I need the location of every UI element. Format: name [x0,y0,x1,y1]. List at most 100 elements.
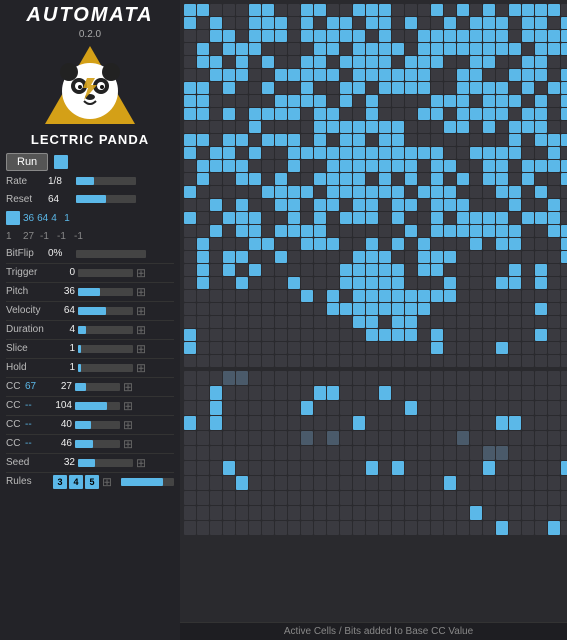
ca-cell[interactable] [275,173,287,185]
seq-track-cell[interactable] [522,386,534,400]
seq-track-cell[interactable] [275,491,287,505]
ca-cell[interactable] [353,342,365,354]
ca-cell[interactable] [262,251,274,263]
ca-cell[interactable] [197,225,209,237]
ca-cell[interactable] [340,82,352,94]
seq-track-cell[interactable] [236,446,248,460]
ca-cell[interactable] [392,69,404,81]
ca-cell[interactable] [249,82,261,94]
ca-cell[interactable] [327,251,339,263]
seed-grid-icon[interactable]: ⊞ [136,456,150,470]
seq-track-cell[interactable] [379,446,391,460]
ca-cell[interactable] [483,329,495,341]
ca-cell[interactable] [392,225,404,237]
ca-cell[interactable] [496,329,508,341]
ca-cell[interactable] [236,82,248,94]
ca-cell[interactable] [223,17,235,29]
seq-track-cell[interactable] [236,476,248,490]
ca-cell[interactable] [366,43,378,55]
ca-cell[interactable] [184,225,196,237]
ca-cell[interactable] [236,342,248,354]
ca-cell[interactable] [444,186,456,198]
seq-track-cell[interactable] [366,521,378,535]
ca-cell[interactable] [210,303,222,315]
seq-track-cell[interactable] [392,521,404,535]
seq-track-cell[interactable] [223,386,235,400]
ca-cell[interactable] [327,147,339,159]
seq-track-cell[interactable] [444,386,456,400]
seq-track-cell[interactable] [223,476,235,490]
ca-cell[interactable] [236,121,248,133]
ca-cell[interactable] [210,134,222,146]
ca-cell[interactable] [223,277,235,289]
pitch-bar-bg[interactable] [78,288,133,296]
ca-cell[interactable] [223,173,235,185]
ca-cell[interactable] [444,17,456,29]
ca-cell[interactable] [470,108,482,120]
ca-cell[interactable] [301,108,313,120]
ca-cell[interactable] [275,17,287,29]
ca-cell[interactable] [353,108,365,120]
ca-cell[interactable] [366,160,378,172]
ca-cell[interactable] [184,121,196,133]
ca-cell[interactable] [431,199,443,211]
ca-cell[interactable] [327,108,339,120]
ca-cell[interactable] [236,316,248,328]
ca-cell[interactable] [184,277,196,289]
ca-cell[interactable] [340,277,352,289]
ca-cell[interactable] [444,121,456,133]
ca-cell[interactable] [327,355,339,367]
ca-cell[interactable] [457,303,469,315]
ca-cell[interactable] [314,329,326,341]
ca-cell[interactable] [288,173,300,185]
ca-cell[interactable] [288,56,300,68]
ca-cell[interactable] [522,251,534,263]
ca-cell[interactable] [431,82,443,94]
ca-cell[interactable] [353,95,365,107]
ca-cell[interactable] [288,82,300,94]
ca-cell[interactable] [197,238,209,250]
seq-track-cell[interactable] [223,521,235,535]
ca-cell[interactable] [405,342,417,354]
ca-cell[interactable] [535,238,547,250]
seq-track-cell[interactable] [288,386,300,400]
ca-cell[interactable] [275,121,287,133]
seq-track-cell[interactable] [197,521,209,535]
ca-cell[interactable] [535,251,547,263]
ca-cell[interactable] [548,186,560,198]
ca-cell[interactable] [444,56,456,68]
ca-cell[interactable] [418,316,430,328]
seq-track-cell[interactable] [327,416,339,430]
seq-track-cell[interactable] [535,401,547,415]
ca-cell[interactable] [327,30,339,42]
ca-cell[interactable] [522,30,534,42]
ca-cell[interactable] [223,56,235,68]
ca-cell[interactable] [405,316,417,328]
seq-track-cell[interactable] [379,461,391,475]
ca-cell[interactable] [210,17,222,29]
ca-cell[interactable] [288,251,300,263]
ca-cell[interactable] [535,290,547,302]
ca-cell[interactable] [496,108,508,120]
ca-cell[interactable] [288,17,300,29]
ca-cell[interactable] [392,4,404,16]
seq-track-cell[interactable] [301,521,313,535]
seq-track-cell[interactable] [509,491,521,505]
seq-track-cell[interactable] [496,491,508,505]
ca-cell[interactable] [301,264,313,276]
ca-cell[interactable] [509,160,521,172]
ca-cell[interactable] [353,199,365,211]
velocity-grid-icon[interactable]: ⊞ [136,304,150,318]
seq-track-cell[interactable] [483,386,495,400]
seq-track-cell[interactable] [431,386,443,400]
ca-cell[interactable] [366,186,378,198]
ca-cell[interactable] [405,264,417,276]
seq-track-cell[interactable] [340,371,352,385]
ca-cell[interactable] [522,316,534,328]
ca-cell[interactable] [431,355,443,367]
seq-track-cell[interactable] [184,401,196,415]
seq-track-cell[interactable] [561,446,567,460]
ca-cell[interactable] [522,186,534,198]
seq-track-cell[interactable] [483,476,495,490]
ca-cell[interactable] [509,121,521,133]
